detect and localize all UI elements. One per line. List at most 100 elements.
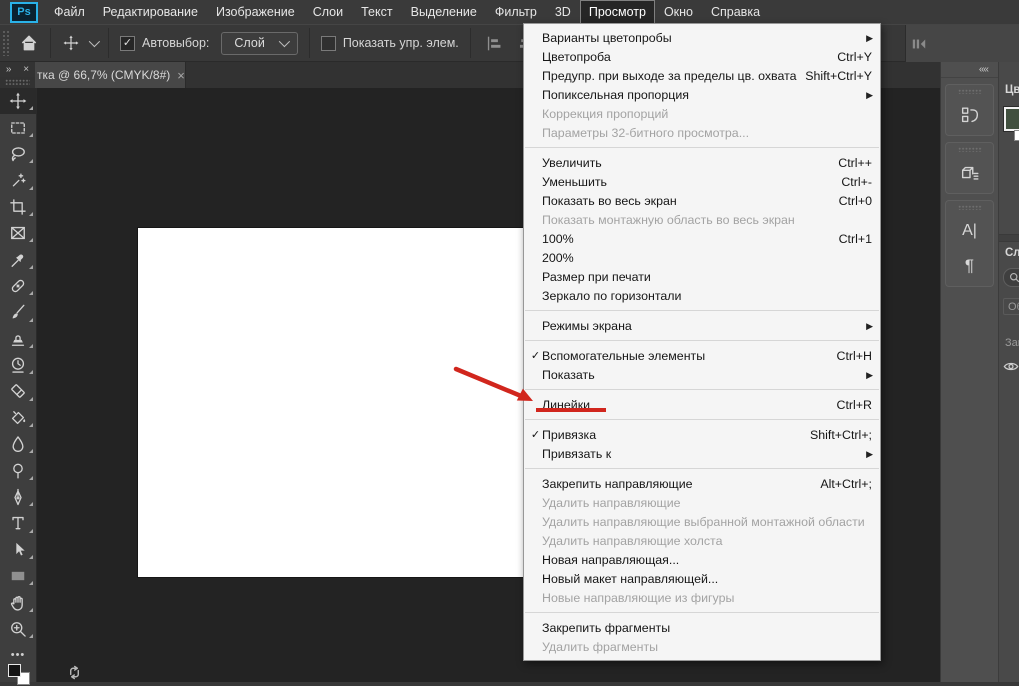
menu-item-shortcut: Ctrl+1 bbox=[838, 231, 872, 246]
eraser-tool[interactable] bbox=[0, 378, 36, 404]
menubar-item-просмотр[interactable]: Просмотр bbox=[579, 0, 655, 24]
type-tool[interactable] bbox=[0, 510, 36, 536]
show-transform-controls-label: Показать упр. элем. bbox=[342, 36, 459, 50]
menubar-item-редактирование[interactable]: Редактирование bbox=[94, 0, 207, 24]
menu-item[interactable]: 100% Ctrl+1 bbox=[524, 229, 880, 248]
healing-brush-tool[interactable] bbox=[0, 273, 36, 299]
menu-item-label: Размер при печати bbox=[542, 269, 651, 284]
rectangle-tool[interactable] bbox=[0, 563, 36, 589]
path-selection-tool[interactable] bbox=[0, 537, 36, 563]
layer-visibility-eye-icon[interactable] bbox=[1003, 360, 1019, 378]
menu-item[interactable]: Новый макет направляющей... bbox=[524, 569, 880, 588]
menu-item[interactable]: Показать ▶ bbox=[524, 365, 880, 384]
menubar-item-изображение[interactable]: Изображение bbox=[207, 0, 304, 24]
color-panel-tab[interactable]: Цв bbox=[1005, 84, 1019, 96]
hand-tool[interactable] bbox=[0, 589, 36, 615]
menubar-item-выделение[interactable]: Выделение bbox=[402, 0, 486, 24]
dock-group-grip[interactable] bbox=[957, 89, 982, 94]
frame-tool[interactable] bbox=[0, 220, 36, 246]
menu-item[interactable]: Закрепить направляющие Alt+Ctrl+; bbox=[524, 474, 880, 493]
expand-panel-icon[interactable]: » bbox=[6, 64, 12, 75]
menu-item[interactable]: Увеличить Ctrl++ bbox=[524, 153, 880, 172]
menu-item[interactable]: Попиксельная пропорция ▶ bbox=[524, 85, 880, 104]
menu-item[interactable]: Зеркало по горизонтали bbox=[524, 286, 880, 305]
tools-panel-grip[interactable] bbox=[5, 79, 30, 85]
magic-wand-tool[interactable] bbox=[0, 167, 36, 193]
menu-item[interactable]: Привязать к ▶ bbox=[524, 444, 880, 463]
tool-preset-caret-icon[interactable] bbox=[88, 35, 101, 48]
menu-item: Удалить направляющие bbox=[524, 493, 880, 512]
menu-item[interactable]: Цветопроба Ctrl+Y bbox=[524, 47, 880, 66]
options-bar-grip[interactable] bbox=[2, 30, 11, 56]
paragraph-panel-icon[interactable]: ¶ bbox=[953, 252, 987, 280]
close-panel-icon[interactable]: × bbox=[23, 64, 29, 75]
move-tool[interactable] bbox=[0, 88, 36, 115]
paint-bucket-tool[interactable] bbox=[0, 405, 36, 431]
menu-item[interactable]: Предупр. при выходе за пределы цв. охват… bbox=[524, 66, 880, 85]
submenu-arrow-icon: ▶ bbox=[866, 89, 873, 100]
layers-panel-tab[interactable]: Сло bbox=[1005, 247, 1019, 259]
dock-group-grip[interactable] bbox=[957, 205, 982, 210]
color-swatches[interactable] bbox=[8, 664, 34, 685]
foreground-color-well[interactable] bbox=[1004, 107, 1019, 131]
clone-stamp-tool[interactable] bbox=[0, 326, 36, 352]
move-tool-options-icon[interactable] bbox=[62, 34, 80, 52]
photoshop-logo: Ps bbox=[10, 1, 38, 23]
menubar-item-окно[interactable]: Окно bbox=[655, 0, 702, 24]
collapse-panels-icon[interactable]: «« bbox=[941, 62, 998, 78]
blend-mode-select[interactable]: Об bbox=[1003, 298, 1019, 315]
foreground-color-swatch[interactable] bbox=[8, 664, 21, 677]
tab-close-icon[interactable]: × bbox=[177, 68, 185, 83]
menubar-item-слои[interactable]: Слои bbox=[304, 0, 352, 24]
zoom-tool[interactable] bbox=[0, 616, 36, 642]
swap-colors-icon[interactable] bbox=[66, 664, 83, 686]
menu-item-label: Закрепить направляющие bbox=[542, 476, 693, 491]
menu-item[interactable]: Размер при печати bbox=[524, 267, 880, 286]
menu-item-label: Новые направляющие из фигуры bbox=[542, 590, 735, 605]
background-color-well[interactable] bbox=[1014, 130, 1019, 141]
menu-item[interactable]: Закрепить фрагменты bbox=[524, 618, 880, 637]
show-transform-controls-checkbox[interactable] bbox=[320, 35, 336, 51]
menubar-item-3d[interactable]: 3D bbox=[546, 0, 580, 24]
align-left-edges-icon[interactable] bbox=[486, 35, 503, 52]
blur-tool[interactable] bbox=[0, 431, 36, 457]
layers-search-input[interactable] bbox=[1003, 268, 1019, 287]
autoselect-target-select[interactable]: Слой bbox=[221, 31, 298, 55]
menu-item[interactable]: ✓ Привязка Shift+Ctrl+; bbox=[524, 425, 880, 444]
menu-item[interactable]: Новая направляющая... bbox=[524, 550, 880, 569]
menu-item-shortcut: Ctrl++ bbox=[838, 155, 872, 170]
home-icon[interactable] bbox=[19, 33, 39, 53]
menu-item[interactable]: Варианты цветопробы ▶ bbox=[524, 28, 880, 47]
right-panel-partial: Цв Сло Об Закр bbox=[998, 62, 1019, 682]
menubar-item-справка[interactable]: Справка bbox=[702, 0, 769, 24]
menu-item[interactable]: Уменьшить Ctrl+- bbox=[524, 172, 880, 191]
menu-item[interactable]: Режимы экрана ▶ bbox=[524, 316, 880, 335]
menubar-item-текст[interactable]: Текст bbox=[352, 0, 401, 24]
dodge-tool[interactable] bbox=[0, 457, 36, 483]
menu-item[interactable]: ✓ Вспомогательные элементы Ctrl+H bbox=[524, 346, 880, 365]
menu-item-label: Удалить направляющие выбранной монтажной… bbox=[542, 514, 865, 529]
align-distribute-flyout-icon[interactable] bbox=[910, 36, 928, 52]
history-panel-icon[interactable] bbox=[953, 101, 987, 129]
menubar-item-фильтр[interactable]: Фильтр bbox=[486, 0, 546, 24]
dock-group-grip[interactable] bbox=[957, 147, 982, 152]
rectangular-marquee-tool[interactable] bbox=[0, 114, 36, 140]
document-canvas[interactable] bbox=[138, 228, 528, 577]
document-tab[interactable]: тка @ 66,7% (CMYK/8#) × bbox=[35, 62, 186, 88]
lasso-tool[interactable] bbox=[0, 141, 36, 167]
pen-tool[interactable] bbox=[0, 484, 36, 510]
edit-toolbar-ellipsis-icon[interactable]: ••• bbox=[0, 646, 36, 664]
menu-item[interactable]: 200% bbox=[524, 248, 880, 267]
menu-item[interactable]: Показать во весь экран Ctrl+0 bbox=[524, 191, 880, 210]
crop-tool[interactable] bbox=[0, 194, 36, 220]
brush-tool[interactable] bbox=[0, 299, 36, 325]
history-brush-tool[interactable] bbox=[0, 352, 36, 378]
autoselect-checkbox[interactable]: ✓ bbox=[120, 35, 135, 51]
character-panel-icon[interactable]: A| bbox=[953, 217, 987, 245]
submenu-arrow-icon: ▶ bbox=[866, 32, 873, 43]
menu-item-shortcut: Alt+Ctrl+; bbox=[820, 476, 872, 491]
menubar-item-файл[interactable]: Файл bbox=[45, 0, 94, 24]
menu-item-shortcut: Shift+Ctrl+Y bbox=[805, 68, 872, 83]
eyedropper-tool[interactable] bbox=[0, 246, 36, 272]
properties-panel-icon[interactable] bbox=[953, 159, 987, 187]
